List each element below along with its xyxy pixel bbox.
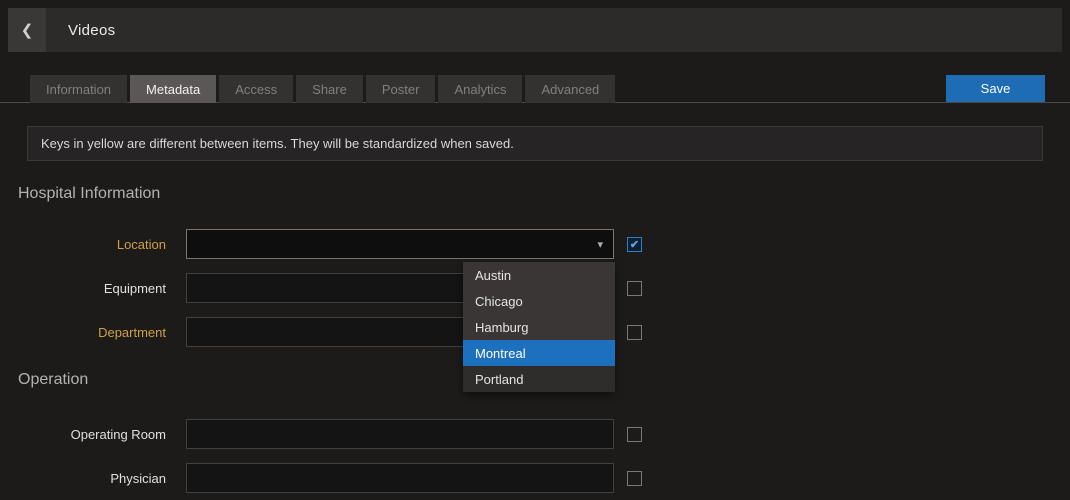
tab-advanced[interactable]: Advanced bbox=[525, 75, 615, 103]
tab-information[interactable]: Information bbox=[30, 75, 127, 103]
dropdown-option-hamburg[interactable]: Hamburg bbox=[463, 314, 615, 340]
physician-label: Physician bbox=[0, 471, 166, 486]
location-checkbox[interactable] bbox=[627, 237, 642, 252]
dropdown-option-montreal[interactable]: Montreal bbox=[463, 340, 615, 366]
field-row-location: Location ▾ bbox=[0, 229, 1070, 259]
location-dropdown: Austin Chicago Hamburg Montreal Portland bbox=[463, 262, 615, 392]
dropdown-option-austin[interactable]: Austin bbox=[463, 262, 615, 288]
dropdown-option-portland[interactable]: Portland bbox=[463, 366, 615, 392]
tab-poster[interactable]: Poster bbox=[366, 75, 436, 103]
chevron-down-icon: ▾ bbox=[597, 238, 603, 251]
metadata-editor-page: ❮ Videos Information Metadata Access Sha… bbox=[0, 0, 1070, 500]
notice-banner: Keys in yellow are different between ite… bbox=[27, 126, 1043, 161]
equipment-checkbox[interactable] bbox=[627, 281, 642, 296]
tab-metadata[interactable]: Metadata bbox=[130, 75, 216, 103]
field-row-operating-room: Operating Room bbox=[0, 419, 1070, 449]
notice-text: Keys in yellow are different between ite… bbox=[41, 136, 514, 151]
page-title: Videos bbox=[68, 22, 115, 39]
section-title-hospital-information: Hospital Information bbox=[18, 185, 1070, 203]
operating-room-input[interactable] bbox=[186, 419, 614, 449]
tab-analytics[interactable]: Analytics bbox=[438, 75, 522, 103]
operation-fields: Operating Room Physician bbox=[0, 419, 1070, 493]
location-label: Location bbox=[0, 237, 166, 252]
back-button[interactable]: ❮ bbox=[8, 8, 46, 52]
tab-access[interactable]: Access bbox=[219, 75, 293, 103]
header: ❮ Videos bbox=[8, 8, 1062, 52]
location-select[interactable]: ▾ bbox=[186, 229, 614, 259]
tab-bar: Information Metadata Access Share Poster… bbox=[0, 75, 1070, 103]
field-row-physician: Physician bbox=[0, 463, 1070, 493]
save-button[interactable]: Save bbox=[946, 75, 1045, 102]
department-label: Department bbox=[0, 325, 166, 340]
operating-room-checkbox[interactable] bbox=[627, 427, 642, 442]
dropdown-option-chicago[interactable]: Chicago bbox=[463, 288, 615, 314]
physician-checkbox[interactable] bbox=[627, 471, 642, 486]
department-checkbox[interactable] bbox=[627, 325, 642, 340]
chevron-left-icon: ❮ bbox=[21, 23, 34, 38]
tab-share[interactable]: Share bbox=[296, 75, 363, 103]
equipment-label: Equipment bbox=[0, 281, 166, 296]
operating-room-label: Operating Room bbox=[0, 427, 166, 442]
physician-input[interactable] bbox=[186, 463, 614, 493]
